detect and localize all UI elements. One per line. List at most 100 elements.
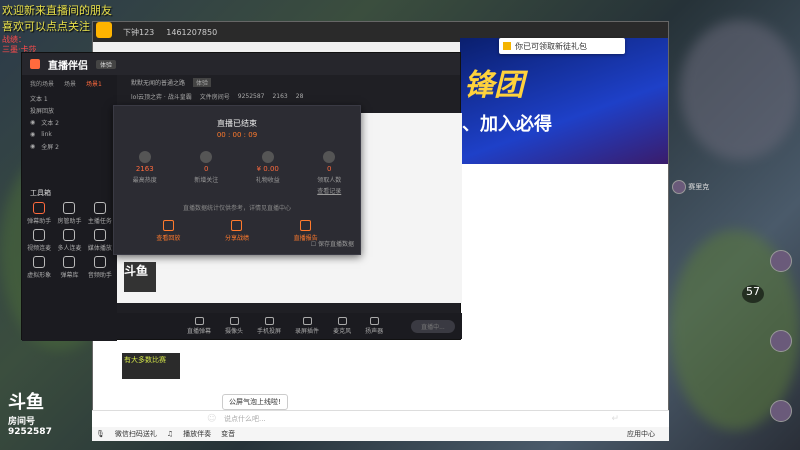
gift-icon	[261, 151, 274, 163]
toolbar-label: 手机投屏	[257, 328, 282, 335]
scene-label: 文本 1	[30, 95, 48, 103]
tool-danmu-lib[interactable]: 弹幕库	[54, 256, 84, 279]
status-bar: 🎙 微信扫码送礼 ♫ 播放伴奏 变音 应用中心	[92, 427, 669, 441]
player-tag: 赛里克	[672, 180, 709, 194]
camera-button[interactable]: 摄像头	[225, 317, 243, 335]
scene-item[interactable]: 文本 1	[22, 92, 117, 104]
stat-value: ¥ 0.00	[256, 165, 279, 173]
event-banner[interactable]: 锋团 、加入必得	[460, 38, 668, 164]
scene-label: link	[41, 130, 52, 138]
start-stream-button[interactable]: 直播中...	[411, 319, 455, 333]
room-game: lol云顶之弈 · 战斗皇霸	[131, 93, 192, 101]
speaker-icon	[369, 317, 379, 325]
danmu-button[interactable]: 直播弹幕	[187, 317, 211, 335]
scene-item[interactable]: ◉ 文本 2	[22, 116, 117, 128]
tool-video-link[interactable]: 视频连麦	[24, 229, 54, 252]
stream-ended-dialog: 直播已结束 00 : 00 : 09 2163 最高热度 0 新增关注 ¥ 0.00…	[113, 105, 361, 255]
user-name: 下钟123	[123, 27, 155, 37]
room-id-label: 文件房间号	[199, 93, 230, 101]
douyu-brand: 斗鱼	[8, 392, 44, 413]
tool-room-admin[interactable]: 房管助手	[54, 202, 84, 225]
user-phone: 1461207850	[166, 27, 218, 37]
share-results-button[interactable]: 分享战绩	[225, 220, 249, 242]
speaker-button[interactable]: 扬声器	[365, 317, 383, 335]
gift-icon	[503, 42, 511, 50]
toolbar-label: 录屏插件	[295, 328, 320, 335]
avatar	[770, 400, 792, 422]
chat-bubble-tip[interactable]: 公屏气泡上线啦!	[222, 394, 288, 410]
tool-label: 主播任务	[87, 218, 112, 225]
stat-label: 最高热度	[132, 177, 157, 184]
stat-label: 新增关注	[194, 177, 219, 184]
douyu-room-number: 9252587	[8, 427, 52, 437]
tool-danmu[interactable]: 弹幕助手	[24, 202, 54, 225]
gift-tip[interactable]: 你已可领取新徒礼包	[499, 38, 625, 54]
douyu-watermark: 斗鱼 房间号 9252587	[8, 388, 52, 437]
task-icon	[93, 202, 106, 214]
fans-count: 28	[295, 92, 304, 100]
play-accompaniment[interactable]: 播放伴奏	[183, 429, 211, 439]
banner-headline: 锋团	[464, 68, 524, 103]
douyu-room-label: 房间号	[8, 417, 36, 427]
eye-icon[interactable]: ◉	[30, 119, 35, 126]
toolbar-label: 扬声器	[365, 328, 384, 335]
player-name: 赛里克	[688, 183, 710, 191]
stat-label: 领取人数	[317, 177, 342, 184]
welcome-line-1: 欢迎新来直播间的朋友	[2, 4, 112, 17]
view-records-link[interactable]: 查看记录	[317, 186, 341, 195]
app-version-badge: 体验	[96, 59, 117, 69]
stat-gift-income: ¥ 0.00 礼物收益	[256, 151, 280, 195]
eye-icon[interactable]: ◉	[30, 143, 35, 150]
scene-label: 投屏回放	[30, 107, 55, 115]
tab-my-scenes[interactable]: 我的场景	[30, 79, 54, 88]
voice-change[interactable]: 变音	[221, 429, 235, 439]
dialog-title: 直播已结束	[217, 119, 257, 128]
tool-audio[interactable]: 音频助手	[85, 256, 115, 279]
tool-label: 弹幕助手	[27, 218, 52, 225]
toolbox-title: 工具箱	[30, 189, 51, 197]
tool-avatar[interactable]: 虚拟形象	[24, 256, 54, 279]
room-title-row: 默默无闻的普通之路 体验	[117, 75, 460, 89]
scene-item[interactable]: ◉ link	[22, 128, 117, 140]
tool-multi-link[interactable]: 多人连麦	[54, 229, 84, 252]
home-icon[interactable]	[96, 22, 112, 38]
tool-media-play[interactable]: 媒体播放	[85, 229, 115, 252]
admin-icon	[63, 202, 76, 214]
view-replay-button[interactable]: 查看回放	[156, 220, 180, 242]
user-icon	[323, 151, 336, 163]
chat-input[interactable]: 说点什么吧...	[224, 414, 266, 424]
danmu-icon	[194, 317, 204, 325]
fire-icon	[138, 151, 151, 163]
tool-label: 房管助手	[57, 218, 82, 225]
mic-icon[interactable]: 🎙	[96, 430, 105, 438]
dialog-hint: 直播数据统计仅供参考，详情见直播中心	[182, 205, 291, 212]
app-sidebar: 我的场景 场景 场景1 文本 1 投屏回放 ◉ 文本 2 ◉ link ◉ 全屏 2 …	[22, 75, 117, 341]
app-center[interactable]: 应用中心	[627, 429, 655, 439]
media-icon	[93, 229, 106, 241]
gift-tip-text: 你已可领取新徒礼包	[515, 41, 587, 51]
room-info-row: lol云顶之弈 · 战斗皇霸 文件房间号 9252587 2163 28	[117, 89, 460, 103]
emoji-icon[interactable]: ☺	[207, 414, 216, 424]
scene-item[interactable]: ◉ 全屏 2	[22, 140, 117, 152]
phone-cast-button[interactable]: 手机投屏	[257, 317, 281, 335]
tool-label: 弹幕库	[60, 272, 79, 279]
mic-button[interactable]: 麦克风	[333, 317, 351, 335]
save-data-checkbox[interactable]: ☐ 保存直播数据	[311, 239, 354, 248]
stat-value: 0	[204, 165, 209, 173]
stat-claimers: 0 领取人数 查看记录	[317, 151, 341, 195]
toolbox-grid: 弹幕助手 房管助手 主播任务 视频连麦 多人连麦 媒体播放 虚拟形象 弹幕库 音…	[22, 200, 117, 281]
wechat-gift[interactable]: 微信扫码送礼	[115, 429, 157, 439]
send-icon[interactable]: ↵	[611, 414, 619, 424]
tool-tasks[interactable]: 主播任务	[85, 202, 115, 225]
scene-item[interactable]: 投屏回放	[22, 104, 117, 116]
viewers-count: 2163	[272, 92, 288, 100]
banner-subline: 、加入必得	[462, 114, 552, 135]
tab-scenes[interactable]: 场景	[64, 79, 76, 88]
eye-icon[interactable]: ◉	[30, 131, 35, 138]
avatar	[672, 180, 686, 194]
record-plugin-button[interactable]: 录屏插件	[295, 317, 319, 335]
avatar	[770, 330, 792, 352]
mic-icon	[337, 317, 347, 325]
danmu-lib-icon	[63, 256, 76, 268]
tab-scene-1[interactable]: 场景1	[86, 79, 102, 88]
